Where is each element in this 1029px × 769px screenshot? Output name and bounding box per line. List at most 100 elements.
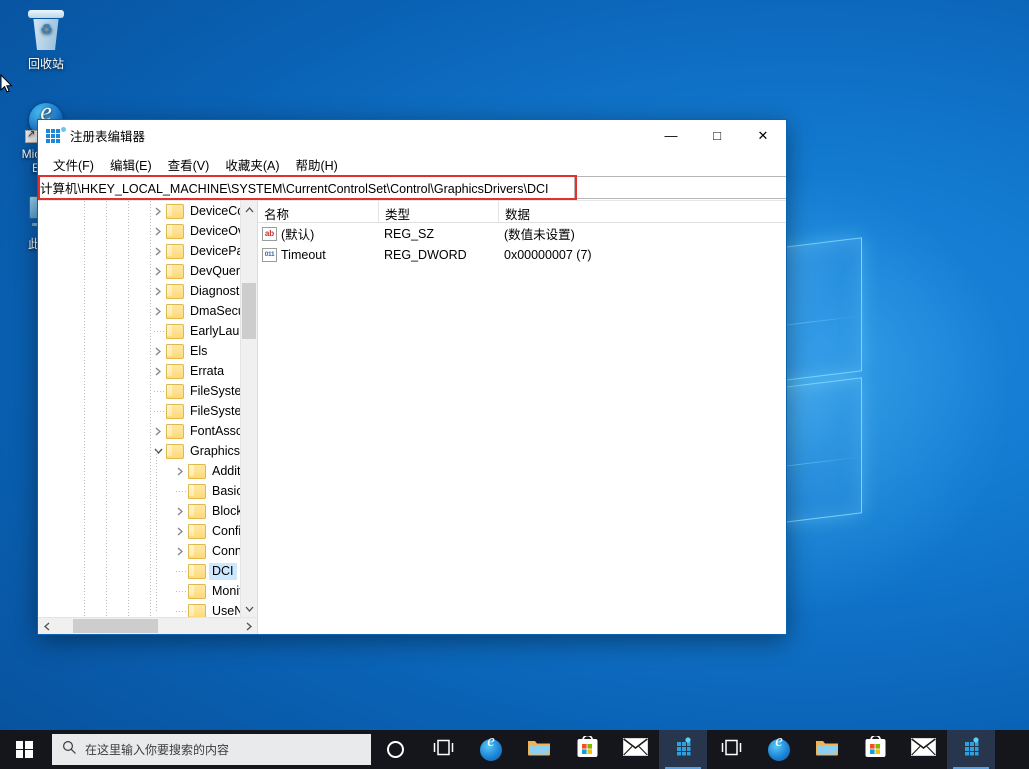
tree-item-graphicsdriv[interactable]: GraphicsDriv <box>38 441 240 461</box>
microsoft-store-button[interactable] <box>563 730 611 769</box>
value-row[interactable]: 011 Timeout REG_DWORD 0x00000007 (7) <box>258 244 786 265</box>
scroll-up-arrow[interactable] <box>241 201 257 218</box>
column-header-type[interactable]: 类型 <box>378 201 498 222</box>
value-name: (默认) <box>281 228 315 242</box>
tree-item-fontassoc[interactable]: FontAssoc <box>38 421 240 441</box>
column-header-data[interactable]: 数据 <box>498 201 786 222</box>
tree-item-label: MonitorDa <box>212 583 240 598</box>
tree-item-devquery[interactable]: DevQuery <box>38 261 240 281</box>
chevron-right-icon[interactable] <box>150 266 166 276</box>
tree-item-label: DeviceContai <box>190 203 240 218</box>
tree-item-blocklist[interactable]: BlockList <box>38 501 240 521</box>
column-header-name[interactable]: 名称 <box>258 201 378 222</box>
dword-value-icon: 011 <box>262 247 277 262</box>
chevron-right-icon[interactable] <box>150 286 166 296</box>
folder-icon <box>166 264 184 279</box>
tree-item-label: DeviceOverri <box>190 223 240 238</box>
taskbar[interactable]: 在这里输入你要搜索的内容 <box>0 730 1029 769</box>
mail-button-2[interactable] <box>899 730 947 769</box>
file-explorer-button-2[interactable] <box>803 730 851 769</box>
h-scrollbar-thumb[interactable] <box>73 618 158 633</box>
tree-item-monitorda[interactable]: MonitorDa <box>38 581 240 601</box>
tree-item-els[interactable]: Els <box>38 341 240 361</box>
registry-editor-icon <box>961 736 982 763</box>
tree-item-earlylaunch[interactable]: EarlyLaunch <box>38 321 240 341</box>
chevron-right-icon[interactable] <box>150 366 166 376</box>
chevron-down-icon[interactable] <box>150 448 166 454</box>
chevron-right-icon[interactable] <box>150 426 166 436</box>
registry-editor-button-2[interactable] <box>947 730 995 769</box>
tree-item-filesystem[interactable]: FileSystem <box>38 381 240 401</box>
chevron-right-icon[interactable] <box>150 206 166 216</box>
cortana-button[interactable] <box>371 730 419 769</box>
tree-item-connectivi[interactable]: Connectivi <box>38 541 240 561</box>
start-button[interactable] <box>0 730 48 769</box>
registry-values-pane[interactable]: 名称 类型 数据 ab (默认) REG_SZ (数值未设置) 011 Timeout RE… <box>258 201 786 634</box>
edge-button-2[interactable] <box>755 730 803 769</box>
string-value-icon: ab <box>262 226 277 241</box>
registry-path-input[interactable]: 计算机\HKEY_LOCAL_MACHINE\SYSTEM\CurrentCon… <box>38 176 575 199</box>
tree-horizontal-scrollbar[interactable] <box>38 617 257 634</box>
tree-item-filesystemuti[interactable]: FileSystemUti <box>38 401 240 421</box>
registry-editor-window[interactable]: 注册表编辑器 — □ ✕ 文件(F) 编辑(E) 查看(V) 收藏夹(A) 帮助… <box>37 119 787 635</box>
tree-item-label: Errata <box>190 363 225 378</box>
menu-item-view[interactable]: 查看(V) <box>161 152 217 177</box>
file-explorer-button[interactable] <box>515 730 563 769</box>
chevron-right-icon[interactable] <box>150 306 166 316</box>
tree-item-label: Diagnostics <box>190 283 240 298</box>
folder-icon <box>166 224 184 239</box>
tree-item-errata[interactable]: Errata <box>38 361 240 381</box>
tree-item-configurat[interactable]: Configurat <box>38 521 240 541</box>
maximize-button[interactable]: □ <box>694 120 740 151</box>
registry-tree-pane[interactable]: DeviceContai DeviceOverri DevicePanels DevQ… <box>38 201 258 634</box>
task-view-button-2[interactable] <box>707 730 755 769</box>
tree-item-usenewke[interactable]: UseNewKe <box>38 601 240 617</box>
scroll-down-arrow[interactable] <box>241 600 257 617</box>
menu-item-file[interactable]: 文件(F) <box>46 152 101 177</box>
tree-scrollbar-thumb[interactable] <box>242 283 256 339</box>
microsoft-store-button-2[interactable] <box>851 730 899 769</box>
tree-vertical-scrollbar[interactable] <box>240 201 257 617</box>
folder-icon <box>166 444 184 459</box>
menu-item-help[interactable]: 帮助(H) <box>288 152 344 177</box>
edge-icon <box>480 738 502 761</box>
minimize-button[interactable]: — <box>648 120 694 151</box>
desktop-icon-recycle-bin[interactable]: ♻ 回收站 <box>8 10 84 71</box>
tree-item-dci[interactable]: DCI <box>38 561 240 581</box>
tree-item-label: BasicDispl <box>212 483 240 498</box>
scroll-right-arrow[interactable] <box>240 618 257 635</box>
tree-item-diagnostics[interactable]: Diagnostics <box>38 281 240 301</box>
mail-button[interactable] <box>611 730 659 769</box>
chevron-right-icon[interactable] <box>150 246 166 256</box>
folder-icon <box>166 244 184 259</box>
scroll-left-arrow[interactable] <box>38 618 55 635</box>
taskbar-search-box[interactable]: 在这里输入你要搜索的内容 <box>52 734 371 765</box>
chevron-right-icon[interactable] <box>172 506 188 516</box>
tree-item-dmasecurity[interactable]: DmaSecurity <box>38 301 240 321</box>
tree-item-devicecontai[interactable]: DeviceContai <box>38 201 240 221</box>
menu-item-favorites[interactable]: 收藏夹(A) <box>218 152 286 177</box>
value-row[interactable]: ab (默认) REG_SZ (数值未设置) <box>258 223 786 244</box>
tree-elbow <box>154 391 164 392</box>
chevron-right-icon[interactable] <box>172 526 188 536</box>
mail-icon <box>910 738 936 761</box>
tree-item-deviceoverri[interactable]: DeviceOverri <box>38 221 240 241</box>
edge-button[interactable] <box>467 730 515 769</box>
task-view-button[interactable] <box>419 730 467 769</box>
tree-item-label: FileSystem <box>190 383 240 398</box>
window-title: 注册表编辑器 <box>70 130 146 144</box>
window-title-bar[interactable]: 注册表编辑器 — □ ✕ <box>38 120 786 152</box>
menu-item-edit[interactable]: 编辑(E) <box>103 152 159 177</box>
chevron-right-icon[interactable] <box>172 546 188 556</box>
registry-editor-button[interactable] <box>659 730 707 769</box>
tree-elbow <box>176 611 186 612</box>
chevron-right-icon[interactable] <box>150 346 166 356</box>
tree-item-additional[interactable]: Additional <box>38 461 240 481</box>
chevron-right-icon[interactable] <box>150 226 166 236</box>
tree-item-devicepanels[interactable]: DevicePanels <box>38 241 240 261</box>
menu-bar: 文件(F) 编辑(E) 查看(V) 收藏夹(A) 帮助(H) <box>38 152 786 176</box>
close-button[interactable]: ✕ <box>740 120 786 151</box>
h-scroll-track[interactable] <box>55 618 240 635</box>
tree-item-basicdispl[interactable]: BasicDispl <box>38 481 240 501</box>
chevron-right-icon[interactable] <box>172 466 188 476</box>
